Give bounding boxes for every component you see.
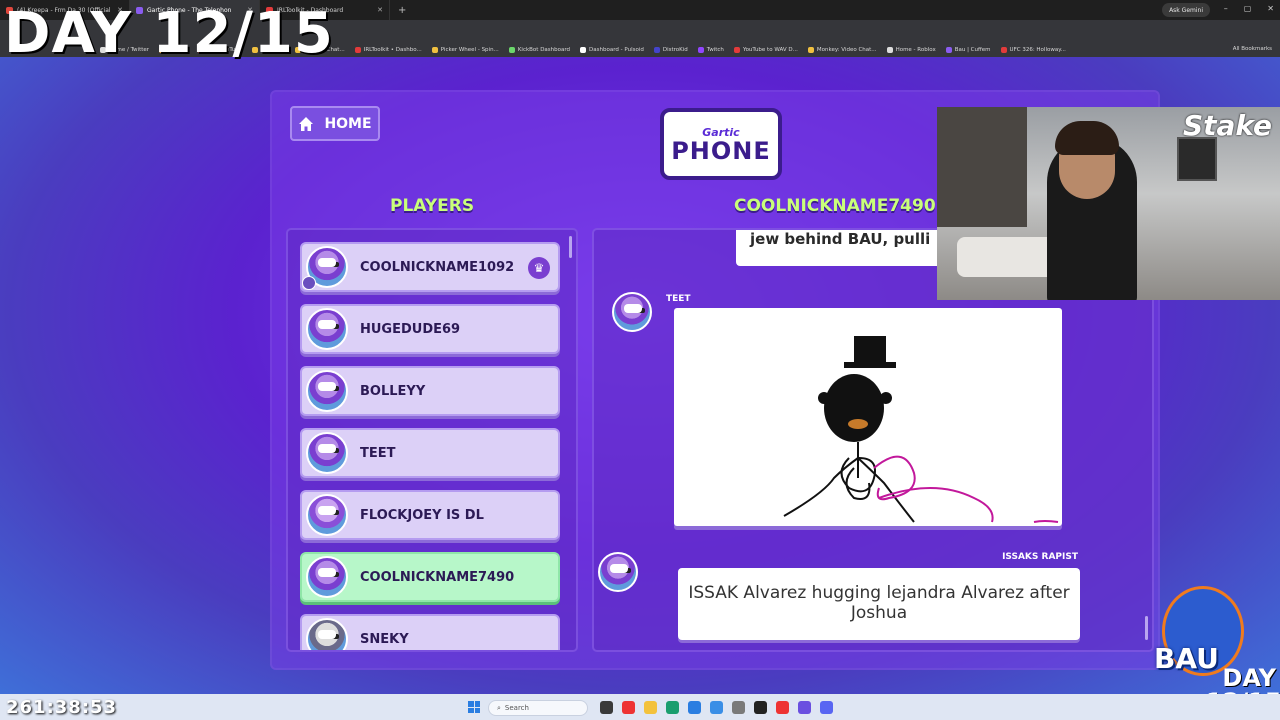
avatar	[306, 432, 348, 474]
guess-text-bubble: ISSAK Alvarez hugging lejandra Alvarez a…	[678, 568, 1080, 640]
gartic-phone-logo: Gartic PHONE	[660, 108, 782, 180]
drawing-canvas	[674, 308, 1062, 526]
drawing-author-name: TEET	[666, 294, 691, 304]
user-icon	[302, 276, 316, 290]
previous-text-bubble: jew behind BAU, pulli	[736, 230, 968, 266]
windows-start-icon[interactable]	[468, 701, 480, 713]
search-icon: ⌕	[497, 703, 501, 712]
window-controls: – ▢ ✕	[1224, 4, 1274, 13]
bookmark-item[interactable]: Bau | Cuffem	[945, 46, 991, 53]
players-list: COOLNICKNAME1092 ♛ HUGEDUDE69 BOLLEYY TE…	[286, 228, 578, 652]
avatar	[306, 618, 348, 650]
avatar	[306, 370, 348, 412]
bookmark-item[interactable]: Monkey: Video Chat...	[807, 46, 877, 53]
album-heading: COOLNICKNAME7490'S	[734, 196, 940, 216]
chrome-active-icon[interactable]	[776, 701, 789, 714]
bookmark-item[interactable]: Twitch	[697, 46, 724, 53]
player-item-current[interactable]: COOLNICKNAME7490	[300, 552, 560, 602]
all-bookmarks-button[interactable]: All Bookmarks	[1233, 46, 1272, 52]
webcam-overlay: Stake	[937, 107, 1280, 300]
chrome-icon[interactable]	[622, 701, 635, 714]
home-button[interactable]: HOME	[290, 106, 380, 141]
avatar	[306, 308, 348, 350]
taskbar-search[interactable]: ⌕ Search	[488, 700, 588, 716]
ask-gemini-button[interactable]: Ask Gemini	[1162, 3, 1210, 17]
player-item[interactable]: SNEKY	[300, 614, 560, 650]
avatar	[306, 556, 348, 598]
bookmark-item[interactable]: IRLToolkit • Dashbo...	[354, 46, 422, 53]
discord-icon[interactable]	[820, 701, 833, 714]
close-tab-icon[interactable]: ✕	[377, 6, 383, 14]
players-heading: PLAYERS	[390, 196, 475, 216]
players-scrollbar[interactable]	[569, 236, 572, 258]
player-item[interactable]: COOLNICKNAME1092 ♛	[300, 242, 560, 292]
avatar	[598, 552, 638, 592]
stream-timer: 261:38:53	[6, 697, 118, 718]
taskbar-apps	[600, 701, 833, 714]
bookmark-item[interactable]: DistroKid	[653, 46, 688, 53]
task-view-icon[interactable]	[600, 701, 613, 714]
player-item[interactable]: BOLLEYY	[300, 366, 560, 416]
guess-author-name: ISSAKS RAPIST	[1002, 552, 1078, 562]
player-item[interactable]: TEET	[300, 428, 560, 478]
settings-icon[interactable]	[732, 701, 745, 714]
player-item[interactable]: FLOCKJOEY IS DL	[300, 490, 560, 540]
home-icon	[299, 116, 314, 131]
crown-icon: ♛	[528, 257, 550, 279]
edge-icon[interactable]	[666, 701, 679, 714]
mail-icon[interactable]	[710, 701, 723, 714]
day-counter-overlay: DAY 12/15	[4, 1, 334, 66]
avatar	[306, 494, 348, 536]
streamer-hair	[1055, 121, 1119, 155]
avatar	[612, 292, 652, 332]
obs-icon[interactable]	[754, 701, 767, 714]
player-item[interactable]: HUGEDUDE69	[300, 304, 560, 354]
bookmark-item[interactable]: Home - Roblox	[886, 46, 936, 53]
bookmark-item[interactable]: KickBot Dashboard	[508, 46, 570, 53]
album-scrollbar[interactable]	[1145, 616, 1148, 640]
bookmark-item[interactable]: Picker Wheel - Spin...	[431, 46, 499, 53]
store-icon[interactable]	[688, 701, 701, 714]
file-explorer-icon[interactable]	[644, 701, 657, 714]
minimize-icon[interactable]: –	[1224, 4, 1228, 13]
maximize-icon[interactable]: ▢	[1244, 4, 1252, 13]
bookmark-item[interactable]: YouTube to WAV D...	[733, 46, 798, 53]
background-shelf	[937, 107, 1027, 227]
new-tab-button[interactable]: +	[390, 5, 414, 16]
drawing-image	[783, 336, 1059, 523]
bookmark-item[interactable]: Dashboard - Pulsoid	[580, 46, 644, 53]
app-icon[interactable]	[798, 701, 811, 714]
background-screen	[1177, 137, 1217, 181]
bookmark-item[interactable]: UFC 326: Holloway...	[1000, 46, 1066, 53]
close-window-icon[interactable]: ✕	[1267, 4, 1274, 13]
sponsor-logo: Stake	[1182, 109, 1272, 142]
